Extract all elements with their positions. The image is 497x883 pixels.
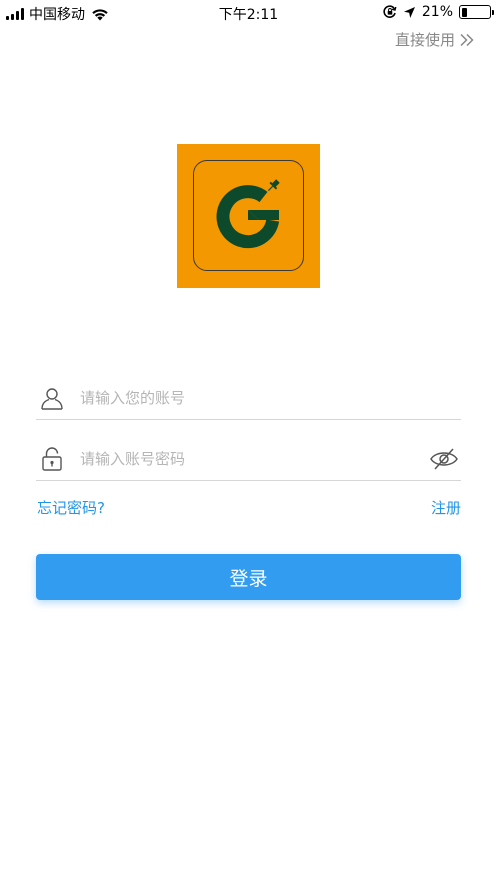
user-icon <box>41 388 63 410</box>
username-field <box>36 374 461 420</box>
battery-fill <box>461 7 468 17</box>
battery-icon <box>459 5 494 19</box>
status-bar: 中国移动 下午2:11 21% <box>0 0 497 26</box>
status-right: 21% <box>383 4 494 20</box>
login-button[interactable]: 登录 <box>36 554 461 600</box>
skip-label: 直接使用 <box>394 31 455 49</box>
skip-link[interactable]: 直接使用 <box>395 29 475 50</box>
password-field <box>36 435 461 481</box>
location-icon <box>403 6 415 18</box>
orientation-lock-icon <box>383 5 397 18</box>
password-input[interactable] <box>80 443 420 475</box>
forgot-password-link[interactable]: 忘记密码? <box>37 497 105 518</box>
username-input[interactable] <box>80 382 420 414</box>
lock-icon <box>42 447 62 471</box>
logo-g-mark-icon <box>216 179 280 249</box>
double-chevron-right-icon <box>460 33 474 46</box>
app-logo <box>177 144 320 288</box>
battery-percent: 21% <box>421 4 453 20</box>
eye-hidden-icon[interactable] <box>429 447 459 471</box>
form-links: 忘记密码? 注册 <box>36 497 461 519</box>
logo-frame <box>193 160 304 271</box>
register-link[interactable]: 注册 <box>431 497 461 518</box>
